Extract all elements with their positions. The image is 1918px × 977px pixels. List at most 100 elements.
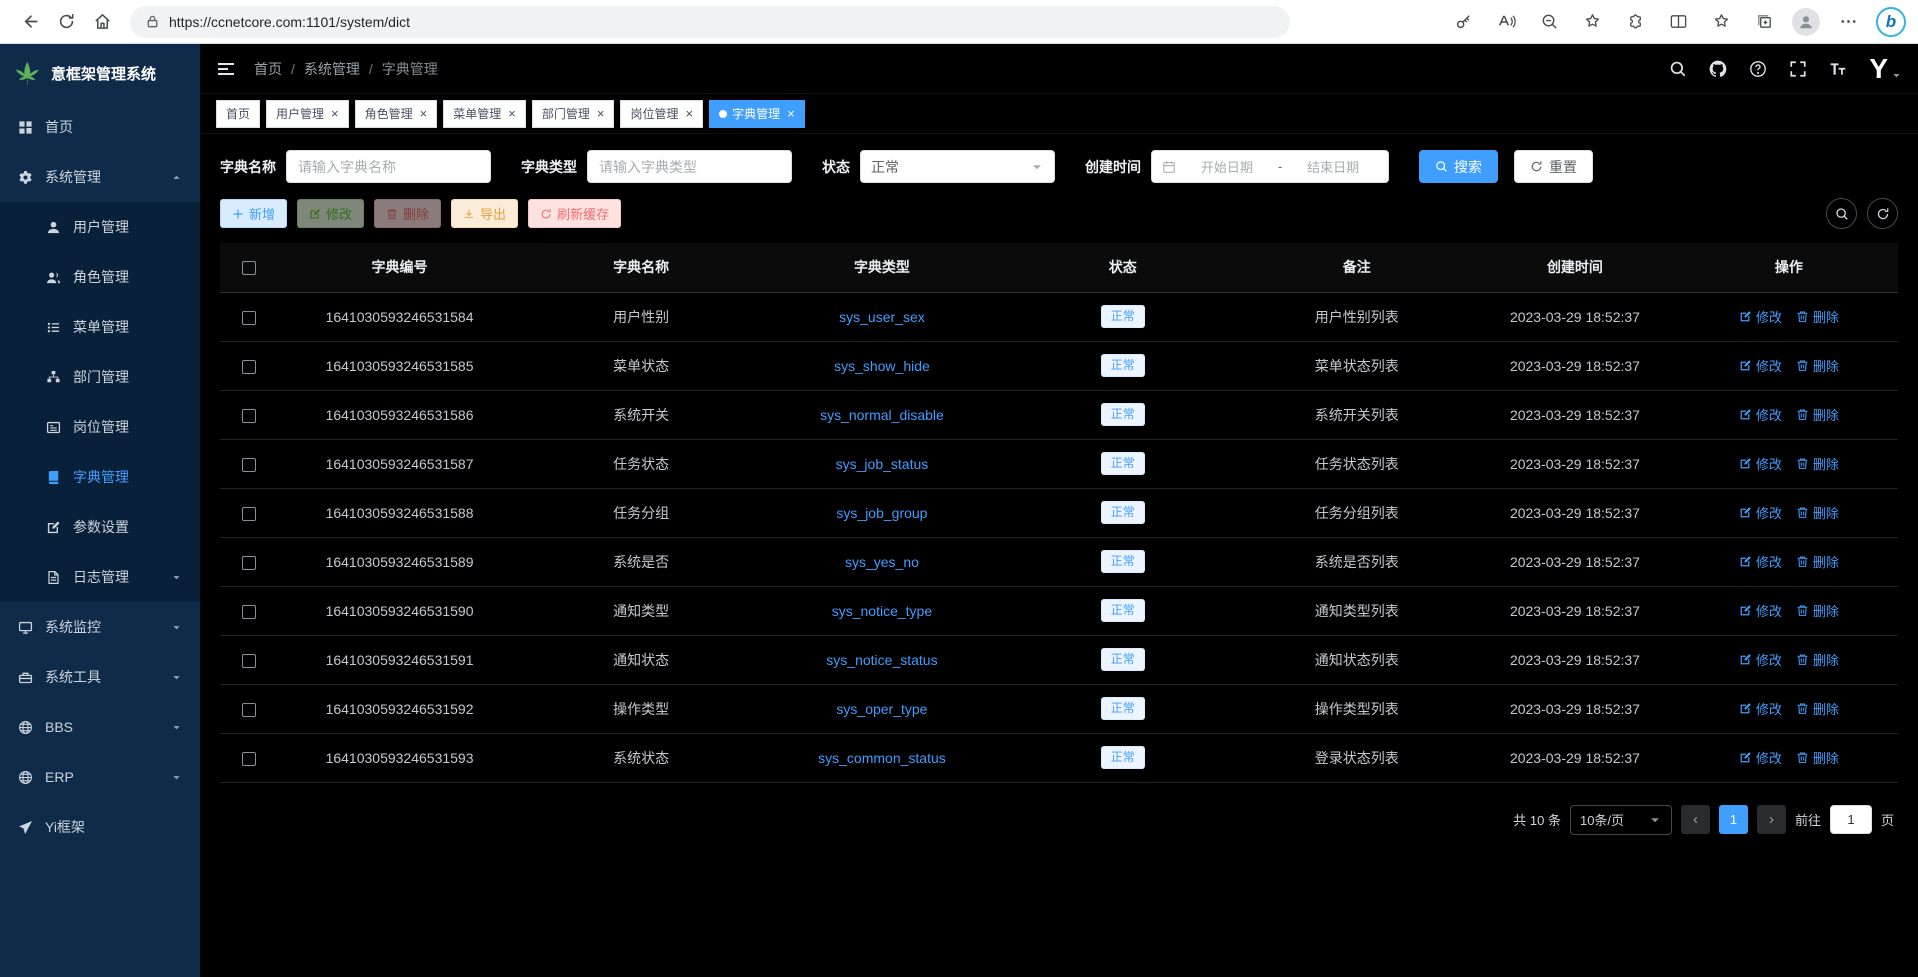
extensions-button[interactable]	[1620, 7, 1650, 37]
favorites-button[interactable]	[1706, 7, 1736, 37]
help-button[interactable]	[1749, 60, 1767, 78]
page-size-select[interactable]: 10条/页	[1570, 805, 1672, 835]
reset-button[interactable]: 重置	[1514, 150, 1593, 183]
tab-5[interactable]: 岗位管理×	[620, 100, 703, 128]
dict-type-link[interactable]: sys_yes_no	[845, 554, 919, 570]
row-delete-button[interactable]: 删除	[1796, 699, 1839, 718]
row-checkbox[interactable]	[242, 458, 256, 472]
row-delete-button[interactable]: 删除	[1796, 356, 1839, 375]
row-checkbox[interactable]	[242, 507, 256, 521]
address-bar[interactable]: https://ccnetcore.com:1101/system/dict	[130, 6, 1290, 38]
sidebar-item-0[interactable]: 首页	[0, 102, 200, 152]
header-search-button[interactable]	[1669, 60, 1687, 78]
browser-home-button[interactable]	[84, 4, 120, 40]
dict-type-link[interactable]: sys_user_sex	[839, 309, 925, 325]
dict-type-link[interactable]: sys_job_status	[836, 456, 929, 472]
tab-close-icon[interactable]: ×	[597, 107, 605, 120]
fullscreen-button[interactable]	[1789, 60, 1807, 78]
split-screen-button[interactable]	[1663, 7, 1693, 37]
tab-4[interactable]: 部门管理×	[532, 100, 615, 128]
page-1-button[interactable]: 1	[1719, 805, 1748, 834]
bing-sidebar-button[interactable]: b	[1876, 7, 1906, 37]
row-edit-button[interactable]: 修改	[1739, 748, 1782, 767]
row-delete-button[interactable]: 删除	[1796, 454, 1839, 473]
delete-button[interactable]: 删除	[374, 199, 441, 228]
dict-type-link[interactable]: sys_normal_disable	[820, 407, 944, 423]
github-button[interactable]	[1709, 60, 1727, 78]
tab-6[interactable]: 字典管理×	[709, 100, 805, 128]
row-delete-button[interactable]: 删除	[1796, 601, 1839, 620]
breadcrumb-item-1[interactable]: 系统管理	[304, 59, 360, 79]
row-delete-button[interactable]: 删除	[1796, 650, 1839, 669]
sidebar-item-2[interactable]: 系统监控	[0, 602, 200, 652]
row-delete-button[interactable]: 删除	[1796, 748, 1839, 767]
dict-type-link[interactable]: sys_oper_type	[836, 701, 927, 717]
export-button[interactable]: 导出	[451, 199, 518, 228]
user-avatar-menu[interactable]: Y	[1869, 55, 1902, 83]
dict-name-input[interactable]	[286, 150, 491, 183]
dict-type-link[interactable]: sys_notice_type	[832, 603, 932, 619]
row-edit-button[interactable]: 修改	[1739, 601, 1782, 620]
tab-close-icon[interactable]: ×	[787, 107, 795, 120]
browser-back-button[interactable]	[12, 4, 48, 40]
dict-type-link[interactable]: sys_job_group	[836, 505, 927, 521]
collections-button[interactable]	[1749, 7, 1779, 37]
dict-type-link[interactable]: sys_common_status	[818, 750, 946, 766]
edit-button[interactable]: 修改	[297, 199, 364, 228]
tab-1[interactable]: 用户管理×	[266, 100, 349, 128]
breadcrumb-item-0[interactable]: 首页	[254, 59, 282, 79]
dict-type-input[interactable]	[587, 150, 792, 183]
row-checkbox[interactable]	[242, 654, 256, 668]
toggle-search-button[interactable]	[1826, 198, 1857, 229]
status-select[interactable]: 正常	[860, 150, 1055, 183]
row-edit-button[interactable]: 修改	[1739, 552, 1782, 571]
tab-close-icon[interactable]: ×	[331, 107, 339, 120]
dict-type-link[interactable]: sys_show_hide	[834, 358, 930, 374]
row-edit-button[interactable]: 修改	[1739, 503, 1782, 522]
row-edit-button[interactable]: 修改	[1739, 356, 1782, 375]
tab-close-icon[interactable]: ×	[685, 107, 693, 120]
sidebar-item-5[interactable]: ERP	[0, 752, 200, 802]
tab-close-icon[interactable]: ×	[420, 107, 428, 120]
sidebar-subitem-1-6[interactable]: 参数设置	[0, 502, 200, 552]
browser-more-button[interactable]	[1833, 7, 1863, 37]
next-page-button[interactable]: ›	[1757, 805, 1786, 834]
sidebar-toggle-button[interactable]	[216, 59, 236, 79]
goto-page-input[interactable]	[1830, 805, 1872, 834]
row-checkbox[interactable]	[242, 605, 256, 619]
search-button[interactable]: 搜索	[1419, 150, 1498, 183]
dict-type-link[interactable]: sys_notice_status	[826, 652, 937, 668]
sidebar-item-1[interactable]: 系统管理	[0, 152, 200, 202]
add-button[interactable]: 新增	[220, 199, 287, 228]
browser-refresh-button[interactable]	[48, 4, 84, 40]
zoom-button[interactable]	[1534, 7, 1564, 37]
row-edit-button[interactable]: 修改	[1739, 405, 1782, 424]
row-checkbox[interactable]	[242, 752, 256, 766]
row-checkbox[interactable]	[242, 360, 256, 374]
refresh-table-button[interactable]	[1867, 198, 1898, 229]
row-checkbox[interactable]	[242, 703, 256, 717]
sidebar-item-6[interactable]: Yi框架	[0, 802, 200, 852]
row-edit-button[interactable]: 修改	[1739, 307, 1782, 326]
sidebar-subitem-1-0[interactable]: 用户管理	[0, 202, 200, 252]
tab-2[interactable]: 角色管理×	[355, 100, 438, 128]
read-aloud-button[interactable]	[1491, 7, 1521, 37]
sidebar-item-3[interactable]: 系统工具	[0, 652, 200, 702]
password-key-button[interactable]	[1448, 7, 1478, 37]
row-delete-button[interactable]: 删除	[1796, 307, 1839, 326]
row-delete-button[interactable]: 删除	[1796, 405, 1839, 424]
sidebar-subitem-1-3[interactable]: 部门管理	[0, 352, 200, 402]
sidebar-subitem-1-7[interactable]: 日志管理	[0, 552, 200, 602]
tab-close-icon[interactable]: ×	[508, 107, 516, 120]
sidebar-subitem-1-2[interactable]: 菜单管理	[0, 302, 200, 352]
add-favorite-button[interactable]	[1577, 7, 1607, 37]
row-checkbox[interactable]	[242, 409, 256, 423]
prev-page-button[interactable]: ‹	[1681, 805, 1710, 834]
select-all-checkbox[interactable]	[242, 261, 256, 275]
tab-3[interactable]: 菜单管理×	[443, 100, 526, 128]
row-edit-button[interactable]: 修改	[1739, 650, 1782, 669]
sidebar-subitem-1-4[interactable]: 岗位管理	[0, 402, 200, 452]
sidebar-subitem-1-5[interactable]: 字典管理	[0, 452, 200, 502]
row-delete-button[interactable]: 删除	[1796, 503, 1839, 522]
row-checkbox[interactable]	[242, 556, 256, 570]
